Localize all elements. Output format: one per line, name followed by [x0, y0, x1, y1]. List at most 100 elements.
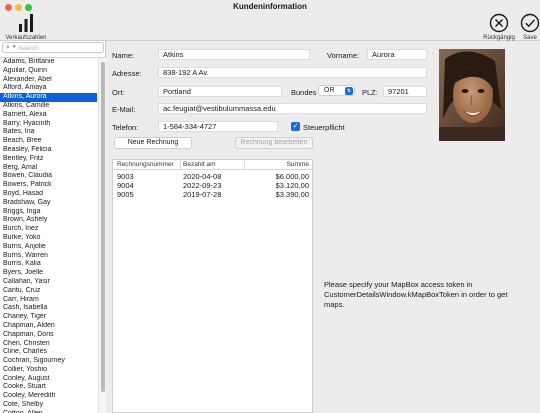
- vorname-field[interactable]: Aurora: [367, 49, 427, 60]
- list-item[interactable]: Burke, Yoko: [0, 234, 97, 243]
- edit-invoice-button[interactable]: Rechnung bearbeiten: [235, 137, 313, 149]
- scrollbar-thumb[interactable]: [101, 62, 105, 392]
- column-header-bezahlt-am[interactable]: Bezahlt am: [183, 161, 216, 168]
- list-item[interactable]: Cantu, Cruz: [0, 287, 97, 296]
- customer-detail-pane: Name: Atkins Vorname: Aurora Adresse: 83…: [106, 41, 540, 413]
- list-item[interactable]: Beasley, Felicia: [0, 146, 97, 155]
- new-invoice-button[interactable]: Neue Rechnung: [114, 137, 192, 149]
- telefon-field[interactable]: 1-584-334-4727: [158, 121, 278, 132]
- window-titlebar: Kundeninformation Verkaufszahlen Rückgän…: [0, 0, 540, 41]
- list-item[interactable]: Boyd, Hasad: [0, 190, 97, 199]
- email-field[interactable]: ac.feugiat@vestibulummassa.edu: [158, 103, 427, 114]
- list-item[interactable]: Cash, Isabella: [0, 304, 97, 313]
- list-item[interactable]: Chapman, Doris: [0, 331, 97, 340]
- customer-photo-image: [439, 49, 505, 141]
- bundesland-label: Bundes: [291, 88, 317, 97]
- list-item[interactable]: Byers, Joelle: [0, 269, 97, 278]
- select-chevron-icon: ⇅: [345, 87, 353, 95]
- table-row[interactable]: 9003 2020-04-08 $6.000,00: [113, 172, 312, 181]
- column-separator: [180, 161, 181, 169]
- window-title: Kundeninformation: [233, 2, 307, 11]
- plz-label: PLZ:: [362, 88, 378, 97]
- list-item[interactable]: Bates, Ina: [0, 128, 97, 137]
- list-item[interactable]: Bowen, Claudia: [0, 172, 97, 181]
- list-item[interactable]: Aguilar, Quinn: [0, 67, 97, 76]
- customer-list-pane: ⌕ ▾ Adams, BrittanieAguilar, QuinnAlexan…: [0, 41, 106, 413]
- list-item[interactable]: Burris, Kalia: [0, 260, 97, 269]
- telefon-label: Telefon:: [112, 123, 139, 132]
- save-toolbar-button[interactable]: Save: [519, 13, 540, 41]
- bar-chart-icon: [19, 14, 33, 32]
- plz-field[interactable]: 97201: [383, 86, 427, 97]
- list-item[interactable]: Berg, Amal: [0, 164, 97, 173]
- list-item[interactable]: Atkins, Aurora: [0, 93, 97, 102]
- invoice-number-cell: 9004: [117, 181, 134, 190]
- customer-list-scrollbar[interactable]: [98, 58, 106, 413]
- map-message-line-1: Please specify your MapBox access token …: [324, 280, 473, 289]
- list-item[interactable]: Bowers, Patrick: [0, 181, 97, 190]
- email-label: E-Mail:: [112, 105, 136, 114]
- paid-date-cell: 2020-04-08: [183, 172, 222, 181]
- list-item[interactable]: Bentley, Fritz: [0, 155, 97, 164]
- adresse-label: Adresse:: [112, 69, 142, 78]
- list-item[interactable]: Alexander, Abel: [0, 76, 97, 85]
- list-item[interactable]: Cote, Shelby: [0, 401, 97, 410]
- list-item[interactable]: Cline, Charles: [0, 348, 97, 357]
- list-item[interactable]: Conley, August: [0, 375, 97, 384]
- ort-label: Ort:: [112, 88, 125, 97]
- undo-toolbar-button[interactable]: Rückgängig: [481, 13, 517, 41]
- customer-list-items: Adams, Brittanie Aguilar, Quinn Alexander,…: [0, 58, 106, 413]
- column-separator: [244, 161, 245, 169]
- list-item[interactable]: Adams, Brittanie: [0, 58, 97, 67]
- steuerpflicht-label: Steuerpflicht: [303, 123, 345, 132]
- search-options-chevron-icon[interactable]: ▾: [13, 44, 16, 50]
- invoice-number-cell: 9005: [117, 190, 134, 199]
- save-checkmark-circle-icon: [520, 13, 540, 33]
- list-item[interactable]: Callahan, Yasir: [0, 278, 97, 287]
- list-item[interactable]: Beach, Bree: [0, 137, 97, 146]
- table-row[interactable]: 9004 2022-09-23 $3.120,00: [113, 181, 312, 190]
- column-header-rechnungsnummer[interactable]: Rechnungsnummer: [117, 161, 174, 168]
- bundesland-select-value: OR: [324, 87, 335, 94]
- list-item[interactable]: Collier, Yoshio: [0, 366, 97, 375]
- ort-field[interactable]: Portland: [158, 86, 282, 97]
- sales-toolbar-button[interactable]: Verkaufszahlen: [3, 13, 49, 41]
- search-field[interactable]: ⌕ ▾: [2, 42, 104, 53]
- map-placeholder-message: Please specify your MapBox access token …: [324, 280, 529, 310]
- list-item[interactable]: Cooley, Meredith: [0, 392, 97, 401]
- list-item[interactable]: Cooke, Stuart: [0, 383, 97, 392]
- list-item[interactable]: Chen, Christen: [0, 340, 97, 349]
- list-item[interactable]: Burns, Warren: [0, 252, 97, 261]
- list-item[interactable]: Burch, Inez: [0, 225, 97, 234]
- adresse-field[interactable]: 838-192 A Av.: [158, 67, 427, 78]
- invoice-table-header: Rechnungsnummer Bezahlt am Summe: [113, 160, 312, 170]
- customer-list: Adams, Brittanie Aguilar, Quinn Alexander,…: [0, 57, 106, 413]
- list-item[interactable]: Bradshaw, Gay: [0, 199, 97, 208]
- list-item[interactable]: Alford, Amaya: [0, 84, 97, 93]
- name-field[interactable]: Atkins: [158, 49, 310, 60]
- sum-cell: $6.000,00: [275, 172, 309, 181]
- search-icon[interactable]: ⌕: [6, 44, 10, 52]
- vorname-label: Vorname:: [327, 51, 360, 60]
- list-item[interactable]: Atkins, Camille: [0, 102, 97, 111]
- customer-photo: [439, 49, 505, 141]
- list-item[interactable]: Burns, Anjolie: [0, 243, 97, 252]
- list-item[interactable]: Barry, Hyacinth: [0, 120, 97, 129]
- steuerpflicht-checkbox[interactable]: ✓: [291, 122, 300, 131]
- invoice-table: Rechnungsnummer Bezahlt am Summe 9003 20…: [112, 159, 313, 413]
- table-row[interactable]: 9005 2019-07-28 $3.390,00: [113, 190, 312, 199]
- list-item[interactable]: Carr, Hiram: [0, 296, 97, 305]
- undo-x-circle-icon: [489, 13, 509, 33]
- list-item[interactable]: Cochran, Sigourney: [0, 357, 97, 366]
- column-header-summe[interactable]: Summe: [247, 161, 309, 168]
- list-item[interactable]: Barnett, Alexa: [0, 111, 97, 120]
- paid-date-cell: 2022-09-23: [183, 181, 222, 190]
- list-item[interactable]: Chaney, Tiger: [0, 313, 97, 322]
- list-item[interactable]: Brown, Ashely: [0, 216, 97, 225]
- sum-cell: $3.120,00: [275, 181, 309, 190]
- search-input[interactable]: [18, 44, 100, 52]
- list-item[interactable]: Chapman, Alden: [0, 322, 97, 331]
- bundesland-select[interactable]: OR ⇅: [318, 85, 355, 96]
- list-item[interactable]: Briggs, Inga: [0, 208, 97, 217]
- map-message-line-2: CustomerDetailsWindow.kMapBoxToken in or…: [324, 290, 508, 309]
